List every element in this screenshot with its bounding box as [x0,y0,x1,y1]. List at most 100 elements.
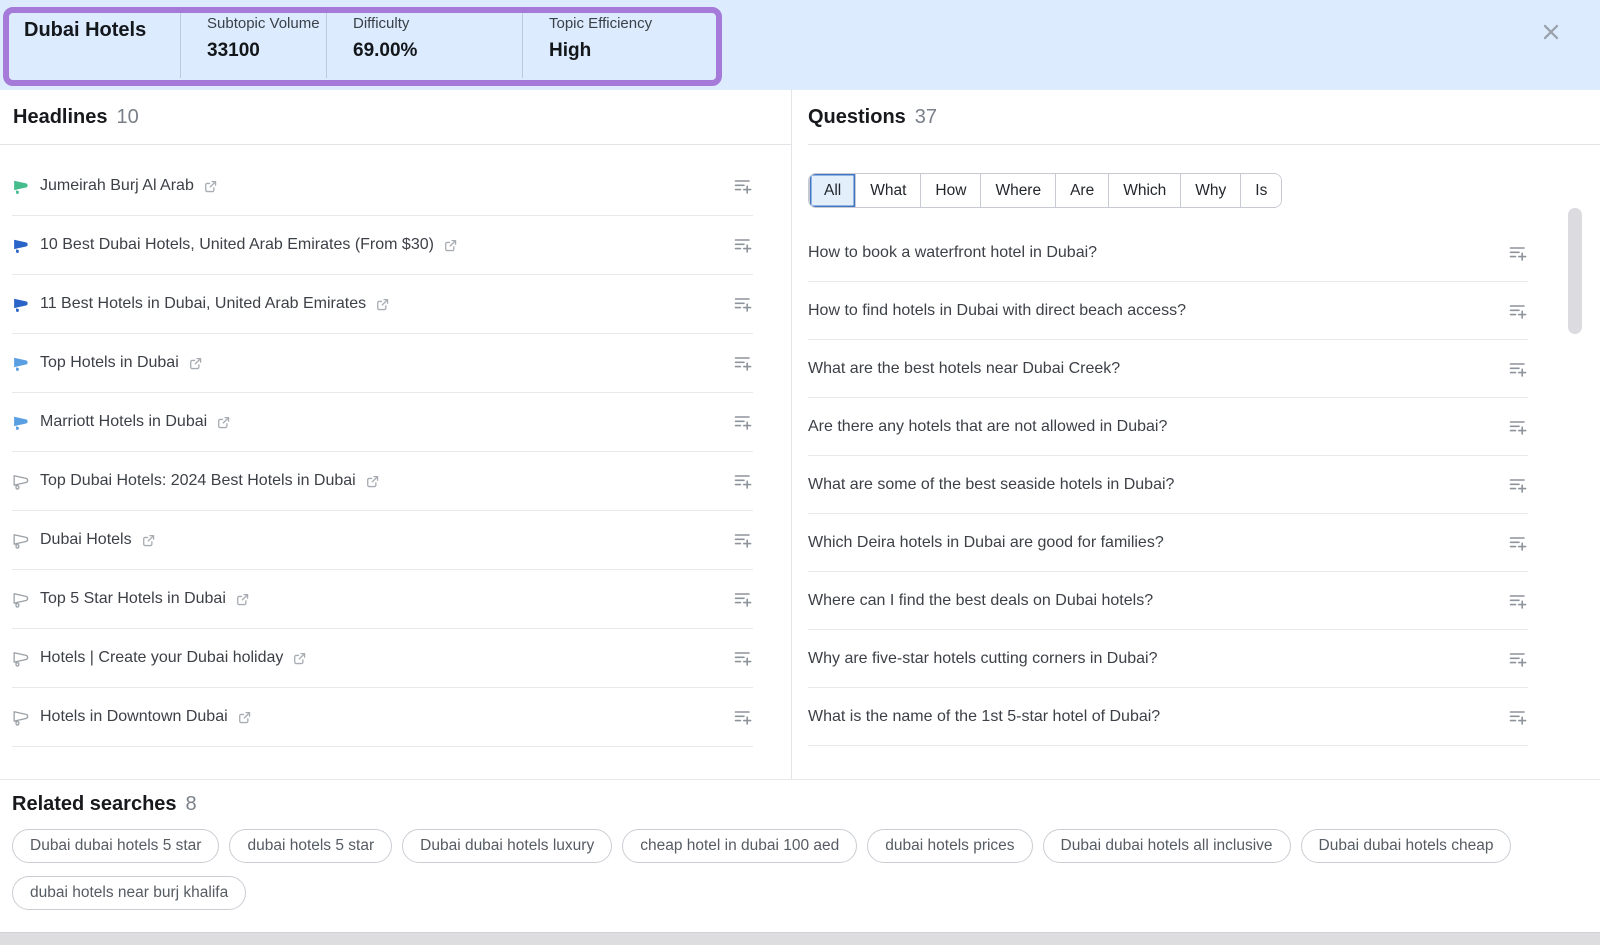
question-filter-tab[interactable]: What [855,174,920,207]
horizontal-scrollbar-track[interactable] [0,932,1600,945]
question-filter-tabs: All What How Where Are Which Why Is [808,173,1282,208]
questions-header: Questions 37 [808,90,1600,145]
headlines-count: 10 [116,106,138,129]
stat-label: Topic Efficiency [549,15,652,32]
megaphone-icon [12,178,29,195]
stat-value: 69.00% [353,40,522,62]
megaphone-icon [12,591,29,608]
question-filter-tab[interactable]: How [920,174,980,207]
external-link-icon[interactable] [216,415,231,430]
external-link-icon[interactable] [235,592,250,607]
related-search-pill[interactable]: dubai hotels prices [867,829,1032,863]
headline-text: Top Dubai Hotels: 2024 Best Hotels in Du… [40,472,356,490]
headline-text: 10 Best Dubai Hotels, United Arab Emirat… [40,236,434,254]
headline-text: Hotels | Create your Dubai holiday [40,649,283,667]
add-to-list-icon[interactable] [1508,533,1528,553]
add-to-list-icon[interactable] [733,471,753,491]
headline-text: Jumeirah Burj Al Arab [40,177,194,195]
question-filter-tab[interactable]: Are [1055,174,1108,207]
related-searches-pills: Dubai dubai hotels 5 star dubai hotels 5… [12,829,1588,910]
megaphone-icon [12,296,29,313]
external-link-icon[interactable] [365,474,380,489]
headline-row: 11 Best Hotels in Dubai, United Arab Emi… [12,275,753,334]
headline-row: Top 5 Star Hotels in Dubai [12,570,753,629]
related-searches-section: Related searches 8 Dubai dubai hotels 5 … [0,779,1600,932]
question-row: What are the best hotels near Dubai Cree… [808,340,1528,398]
question-filter-tab[interactable]: All [809,174,855,207]
question-filter-tab[interactable]: Which [1108,174,1180,207]
external-link-icon[interactable] [237,710,252,725]
external-link-icon[interactable] [292,651,307,666]
add-to-list-icon[interactable] [1508,417,1528,437]
question-text: How to book a waterfront hotel in Dubai? [808,244,1097,262]
related-search-pill[interactable]: Dubai dubai hotels cheap [1301,829,1512,863]
headlines-list: Jumeirah Burj Al Arab [0,145,791,747]
add-to-list-icon[interactable] [1508,359,1528,379]
headline-row: Dubai Hotels [12,511,753,570]
external-link-icon[interactable] [203,179,218,194]
external-link-icon[interactable] [141,533,156,548]
external-link-icon[interactable] [443,238,458,253]
question-text: Which Deira hotels in Dubai are good for… [808,534,1164,552]
question-filter-tab[interactable]: Is [1240,174,1281,207]
add-to-list-icon[interactable] [733,530,753,550]
headline-row: Jumeirah Burj Al Arab [12,157,753,216]
headline-row: Marriott Hotels in Dubai [12,393,753,452]
stat-block: Difficulty 69.00% [326,12,522,78]
question-text: Where can I find the best deals on Dubai… [808,592,1153,610]
topic-title: Dubai Hotels [24,0,180,90]
question-row: What is the name of the 1st 5-star hotel… [808,688,1528,746]
add-to-list-icon[interactable] [1508,707,1528,727]
add-to-list-icon[interactable] [733,353,753,373]
add-to-list-icon[interactable] [733,412,753,432]
add-to-list-icon[interactable] [733,176,753,196]
headline-row: Top Hotels in Dubai [12,334,753,393]
questions-title: Questions [808,106,906,129]
question-filter-tab[interactable]: Why [1180,174,1240,207]
external-link-icon[interactable] [188,356,203,371]
external-link-icon[interactable] [375,297,390,312]
add-to-list-icon[interactable] [1508,475,1528,495]
add-to-list-icon[interactable] [733,294,753,314]
megaphone-icon [12,355,29,372]
question-text: What are some of the best seaside hotels… [808,476,1174,494]
close-icon[interactable] [1540,21,1562,43]
question-text: Are there any hotels that are not allowe… [808,418,1167,436]
related-search-pill[interactable]: Dubai dubai hotels all inclusive [1043,829,1291,863]
related-search-pill[interactable]: cheap hotel in dubai 100 aed [622,829,857,863]
megaphone-icon [12,532,29,549]
question-text: How to find hotels in Dubai with direct … [808,302,1186,320]
megaphone-icon [12,709,29,726]
add-to-list-icon[interactable] [1508,301,1528,321]
headline-row: Top Dubai Hotels: 2024 Best Hotels in Du… [12,452,753,511]
headline-text: Hotels in Downtown Dubai [40,708,228,726]
add-to-list-icon[interactable] [1508,591,1528,611]
topic-header: Dubai Hotels Subtopic Volume 33100 Diffi… [0,0,1600,90]
related-searches-count: 8 [186,793,197,816]
question-row: How to book a waterfront hotel in Dubai? [808,224,1528,282]
megaphone-icon [12,650,29,667]
headline-row: Hotels | Create your Dubai holiday [12,629,753,688]
megaphone-icon [12,237,29,254]
megaphone-icon [12,473,29,490]
related-search-pill[interactable]: dubai hotels near burj khalifa [12,876,246,910]
question-filter-tab[interactable]: Where [980,174,1055,207]
related-search-pill[interactable]: dubai hotels 5 star [229,829,392,863]
stat-block: Topic Efficiency High [522,12,652,78]
related-search-pill[interactable]: Dubai dubai hotels luxury [402,829,612,863]
headlines-panel: Headlines 10 Jumeirah Burj Al Arab [0,90,792,779]
related-search-pill[interactable]: Dubai dubai hotels 5 star [12,829,219,863]
stat-block: Subtopic Volume 33100 [180,12,326,78]
add-to-list-icon[interactable] [1508,243,1528,263]
add-to-list-icon[interactable] [1508,649,1528,669]
stat-value: 33100 [207,40,326,62]
vertical-scrollbar-thumb[interactable] [1568,208,1582,334]
related-searches-header: Related searches 8 [12,793,1588,816]
add-to-list-icon[interactable] [733,648,753,668]
add-to-list-icon[interactable] [733,707,753,727]
headline-text: Top Hotels in Dubai [40,354,179,372]
question-row: How to find hotels in Dubai with direct … [808,282,1528,340]
add-to-list-icon[interactable] [733,235,753,255]
add-to-list-icon[interactable] [733,589,753,609]
stat-label: Difficulty [353,15,522,32]
